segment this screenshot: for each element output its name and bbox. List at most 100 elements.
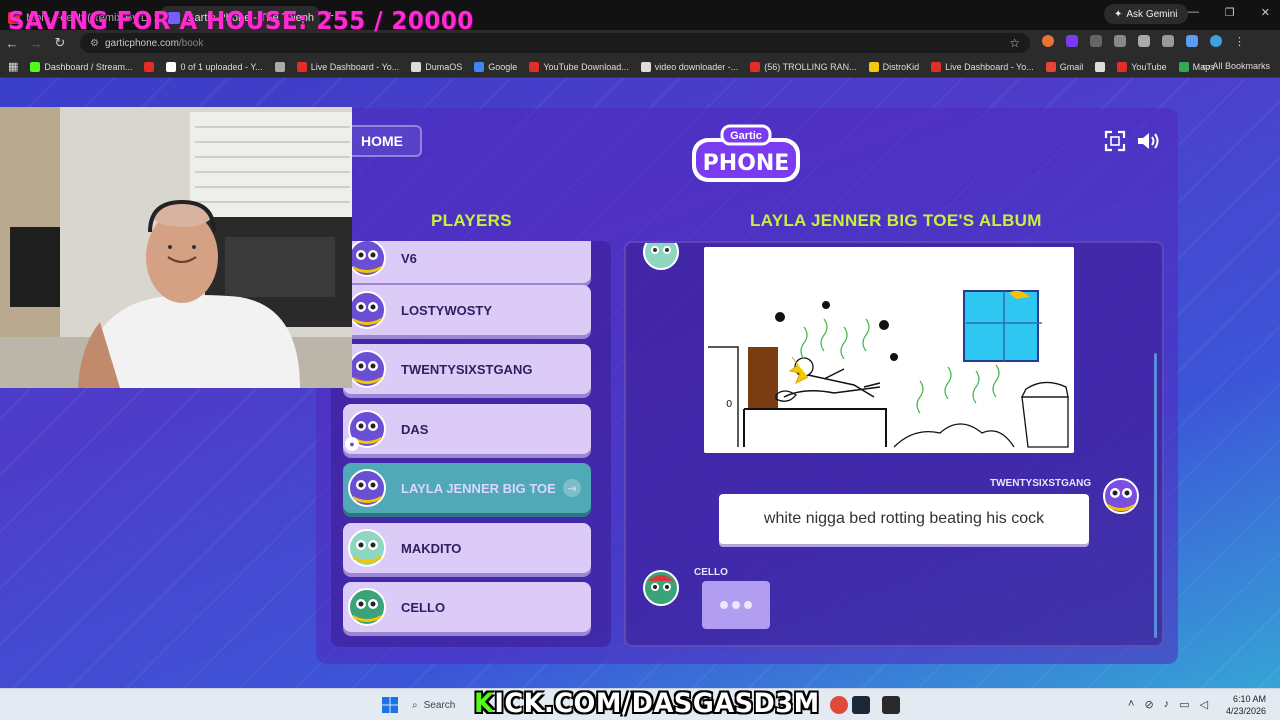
menu-icon[interactable]: ⋮ — [1234, 35, 1245, 48]
bookmark-favicon-icon — [1117, 61, 1128, 72]
bookmark-item[interactable]: YouTube — [1117, 61, 1167, 72]
display-icon[interactable]: ▭ — [1179, 698, 1189, 711]
bookmark-label: Dashboard / Stream... — [44, 61, 133, 72]
site-info-icon[interactable]: ⚙ — [90, 38, 99, 49]
bookmark-item[interactable]: DistroKid — [868, 61, 919, 72]
extension-icon[interactable] — [1114, 35, 1126, 47]
bookmark-favicon-icon — [640, 61, 651, 72]
bookmark-label: Google — [488, 61, 518, 72]
bookmark-star-icon[interactable]: ☆ — [1009, 36, 1020, 50]
bookmark-item[interactable]: Gmail — [1045, 61, 1084, 72]
player-row: CELLO — [343, 582, 591, 632]
bookmark-label: YouTube Download... — [543, 61, 629, 72]
folder-icon: ▭ — [1201, 61, 1213, 71]
players-list: V6 LOSTYWOSTY TWENTYSIXSTGANG DAS ● LAYLA JEN… — [331, 241, 611, 647]
taskbar-search-label: Search — [423, 699, 456, 711]
url-text: garticphone.com/book — [105, 38, 203, 49]
kick-prefix: K — [474, 688, 495, 719]
ask-gemini-button[interactable]: ✦ Ask Gemini — [1104, 4, 1188, 24]
sound-icon[interactable] — [1136, 130, 1162, 152]
player-avatar — [348, 350, 386, 388]
bookmark-item[interactable] — [144, 61, 155, 72]
bookmark-favicon-icon — [1178, 61, 1189, 72]
gemini-icon: ✦ — [1114, 8, 1123, 20]
volume-icon[interactable]: ◁ — [1200, 698, 1208, 711]
extension-icon[interactable] — [1066, 35, 1078, 47]
player-row: DAS ● — [343, 404, 591, 454]
kick-player-icon[interactable]: ⇥ — [563, 479, 581, 497]
host-user-icon: ● — [345, 437, 359, 451]
chevron-up-icon[interactable]: ˄ — [1128, 698, 1134, 711]
bookmark-item[interactable]: DumaOS — [411, 61, 462, 72]
player-avatar — [348, 588, 386, 626]
bookmark-item[interactable]: YouTube Download... — [529, 61, 629, 72]
bookmark-favicon-icon — [529, 61, 540, 72]
caption-text: white nigga bed rotting beating his cock — [719, 494, 1089, 544]
extension-icon[interactable] — [1090, 35, 1102, 47]
clock-time: 6:10 AM — [1233, 694, 1267, 704]
chrome-icon[interactable] — [830, 696, 848, 714]
player-avatar — [1103, 478, 1139, 514]
logo-top-text: Gartic — [730, 130, 762, 142]
svg-text:0: 0 — [726, 399, 732, 410]
bookmark-favicon-icon — [144, 61, 155, 72]
player-name: TWENTYSIXSTGANG — [401, 361, 533, 377]
bookmark-item[interactable]: video downloader -... — [640, 61, 738, 72]
fullscreen-icon[interactable] — [1104, 130, 1126, 152]
url-domain: garticphone.com — [104, 37, 179, 49]
microphone-icon[interactable]: ♪ — [1164, 698, 1170, 711]
player-name: DAS — [401, 421, 429, 437]
album-scrollbar[interactable] — [1154, 353, 1157, 638]
url-input[interactable]: ⚙ garticphone.com/book ☆ — [80, 33, 1030, 53]
back-icon[interactable]: ← — [0, 36, 24, 51]
apps-grid-icon[interactable]: ▦ — [8, 60, 18, 73]
home-button[interactable]: HOME — [342, 125, 422, 157]
clock-date: 4/23/2026 — [1226, 706, 1267, 716]
bookmark-item[interactable]: (56) TROLLING RAN... — [750, 61, 857, 72]
bookmark-favicon-icon — [474, 61, 485, 72]
forward-icon[interactable]: → — [24, 36, 48, 51]
album-heading: LAYLA JENNER BIG TOE'S ALBUM — [750, 211, 1042, 230]
bookmarks-bar: ▦ Dashboard / Stream... 0 of 1 uploaded -… — [0, 56, 1280, 78]
all-bookmarks-label: All Bookmarks — [1212, 61, 1270, 71]
steam-icon[interactable] — [852, 696, 870, 714]
reload-icon[interactable]: ↻ — [48, 35, 72, 51]
bookmark-item[interactable]: 0 of 1 uploaded - Y... — [166, 61, 263, 72]
bookmark-item[interactable]: Google — [474, 61, 518, 72]
bookmark-item[interactable] — [274, 61, 285, 72]
taskbar-clock[interactable]: 6:10 AM 4/23/2026 — [1226, 693, 1266, 717]
close-window-icon[interactable]: ✕ — [1261, 6, 1270, 19]
url-path: /book — [178, 37, 204, 49]
extension-icon[interactable] — [1042, 35, 1054, 47]
bookmark-favicon-icon — [274, 61, 285, 72]
restore-icon[interactable]: ❐ — [1225, 6, 1235, 19]
player-avatar — [348, 241, 386, 277]
bookmark-label: YouTube — [1131, 61, 1167, 72]
player-drawing: 0 — [704, 247, 1074, 453]
bookmark-favicon-icon — [1045, 61, 1056, 72]
bookmark-favicon-icon — [868, 61, 879, 72]
minimize-icon[interactable]: — — [1188, 6, 1199, 19]
cast-icon[interactable] — [1162, 35, 1174, 47]
player-row: TWENTYSIXSTGANG — [343, 344, 591, 394]
player-avatar — [348, 469, 386, 507]
player-name: CELLO — [401, 599, 446, 615]
logo-bottom-text: PHONE — [703, 151, 790, 176]
extensions-puzzle-icon[interactable] — [1138, 35, 1150, 47]
player-row: V6 — [343, 241, 591, 283]
bookmark-label: Gmail — [1059, 61, 1084, 72]
bookmark-item[interactable]: Live Dashboard - Yo... — [931, 61, 1034, 72]
download-icon[interactable] — [1186, 35, 1198, 47]
player-name: LAYLA JENNER BIG TOE — [401, 480, 556, 496]
bookmark-item[interactable] — [1095, 61, 1106, 72]
all-bookmarks-button[interactable]: ▭ All Bookmarks — [1202, 61, 1270, 72]
taskbar-search[interactable]: ⌕ Search — [408, 694, 478, 716]
bookmark-item[interactable]: Live Dashboard - Yo... — [296, 61, 399, 72]
profile-avatar[interactable] — [1210, 35, 1222, 47]
player-avatar — [643, 243, 679, 270]
epic-games-icon[interactable] — [882, 696, 900, 714]
bookmark-item[interactable]: Dashboard / Stream... — [30, 61, 133, 72]
windows-start-icon[interactable] — [382, 697, 398, 713]
network-icon[interactable]: ⊘ — [1144, 698, 1153, 711]
kick-channel-overlay: KICK.COM/DASGASD3M — [474, 688, 820, 719]
